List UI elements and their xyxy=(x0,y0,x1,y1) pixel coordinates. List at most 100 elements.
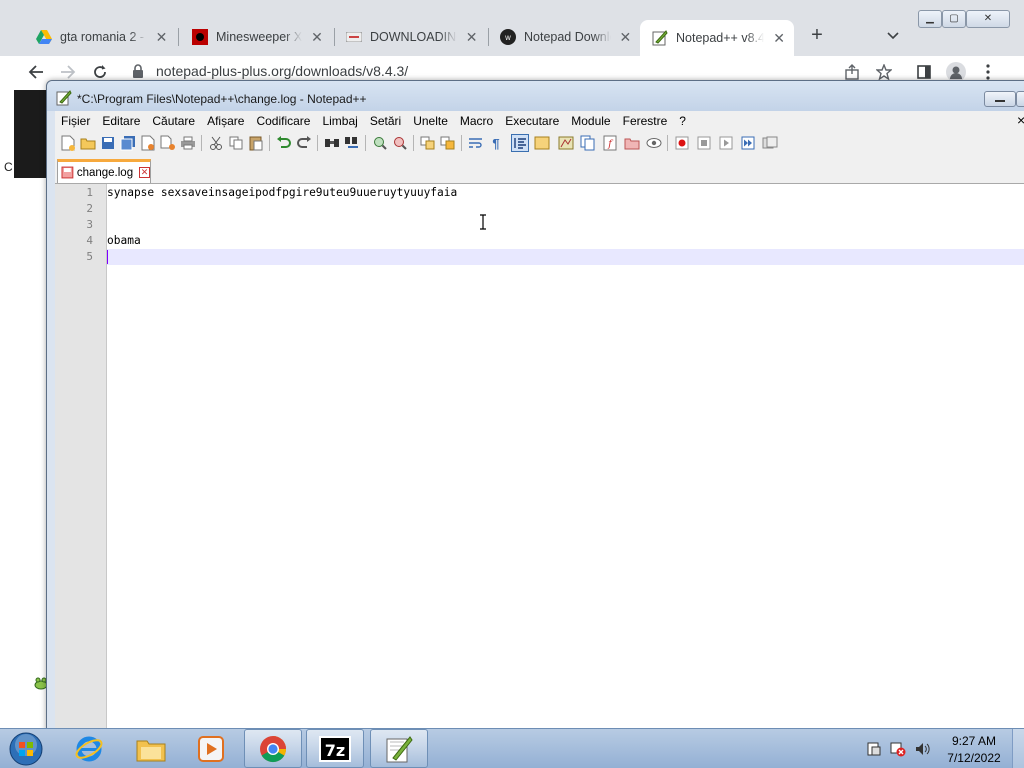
tab-separator xyxy=(178,28,179,46)
run-macro-multiple-icon[interactable] xyxy=(739,134,757,152)
chrome-taskbar-icon[interactable] xyxy=(244,729,302,768)
browser-tab-notepad-download[interactable]: W Notepad Downlo ✕ xyxy=(488,22,640,52)
close-tab-icon[interactable]: ✕ xyxy=(772,30,786,47)
user-language-icon[interactable] xyxy=(533,134,551,152)
taskbar: 7z 9:27 AM 7/12/2022 xyxy=(0,728,1024,768)
minimize-button[interactable]: ▁ xyxy=(918,10,942,28)
close-button[interactable]: ✕ xyxy=(966,10,1010,28)
close-tab-icon[interactable]: ✕ xyxy=(465,29,478,46)
action-center-flag-icon[interactable] xyxy=(866,741,882,757)
line-number: 3 xyxy=(86,218,93,231)
play-macro-icon[interactable] xyxy=(717,134,735,152)
ibeam-cursor-icon xyxy=(479,214,487,230)
clock-date[interactable]: 7/12/2022 xyxy=(944,751,1004,765)
notepad-plus-taskbar-icon[interactable] xyxy=(370,729,428,768)
sync-vertical-icon[interactable] xyxy=(419,134,437,152)
title-bar[interactable]: *C:\Program Files\Notepad++\change.log -… xyxy=(47,81,1024,111)
browser-tab-title: gta romania 2 - s xyxy=(60,30,148,44)
save-macro-icon[interactable] xyxy=(761,134,779,152)
7zip-taskbar-icon[interactable]: 7z xyxy=(306,729,364,768)
line-number: 2 xyxy=(86,202,93,215)
close-tab-icon[interactable]: ✕ xyxy=(139,167,150,178)
browser-tab-gta-romania[interactable]: gta romania 2 - s ✕ xyxy=(24,22,176,52)
network-disconnected-icon[interactable] xyxy=(890,741,906,757)
wiki-icon: W xyxy=(500,29,516,45)
close-file-icon[interactable] xyxy=(139,134,157,152)
menu-bar: Fișier Editare Căutare Afișare Codificar… xyxy=(55,111,1024,131)
menu-language[interactable]: Limbaj xyxy=(316,114,363,128)
open-file-icon[interactable] xyxy=(79,134,97,152)
doc-list-icon[interactable] xyxy=(579,134,597,152)
replace-icon[interactable] xyxy=(343,134,361,152)
stop-macro-icon[interactable] xyxy=(695,134,713,152)
save-icon[interactable] xyxy=(99,134,117,152)
cut-icon[interactable] xyxy=(207,134,225,152)
close-tab-icon[interactable]: ✕ xyxy=(310,29,324,46)
menu-file[interactable]: Fișier xyxy=(55,114,96,128)
menu-plugins[interactable]: Module xyxy=(565,114,616,128)
close-document-icon[interactable]: × xyxy=(1017,112,1024,128)
copy-icon[interactable] xyxy=(227,134,245,152)
menu-run[interactable]: Executare xyxy=(499,114,565,128)
zoom-out-icon[interactable] xyxy=(391,134,409,152)
windows-explorer-icon[interactable] xyxy=(122,729,180,768)
menu-settings[interactable]: Setări xyxy=(364,114,407,128)
menu-tools[interactable]: Unelte xyxy=(407,114,454,128)
close-tab-icon[interactable]: ✕ xyxy=(619,29,632,46)
record-macro-icon[interactable] xyxy=(673,134,691,152)
paste-icon[interactable] xyxy=(247,134,265,152)
start-button[interactable] xyxy=(6,730,46,768)
browser-tab-minesweeper[interactable]: Minesweeper X ✕ xyxy=(180,22,332,52)
new-file-icon[interactable] xyxy=(59,134,77,152)
show-desktop-button[interactable] xyxy=(1012,729,1024,768)
monitoring-eye-icon[interactable] xyxy=(645,134,663,152)
toolbar-separator xyxy=(269,135,270,151)
close-all-icon[interactable] xyxy=(159,134,177,152)
find-icon[interactable] xyxy=(323,134,341,152)
toolbar: ¶ f xyxy=(55,131,1024,155)
redo-icon[interactable] xyxy=(295,134,313,152)
text-editor[interactable]: 1 2 3 4 5 synapse sexsaveinsageipodfpgir… xyxy=(55,183,1024,730)
menu-edit[interactable]: Editare xyxy=(96,114,146,128)
browser-tab-notepad-plus[interactable]: Notepad++ v8.4 ✕ xyxy=(640,20,794,56)
browser-tab-downloading[interactable]: DOWNLOADING ✕ xyxy=(334,22,486,52)
function-list-icon[interactable]: f xyxy=(601,134,619,152)
clock-time[interactable]: 9:27 AM xyxy=(950,734,998,748)
media-player-icon[interactable] xyxy=(182,729,240,768)
browser-tab-title: Minesweeper X xyxy=(216,30,303,44)
maximize-button[interactable] xyxy=(1016,91,1024,107)
web-page-body xyxy=(14,178,48,728)
address-bar[interactable]: notepad-plus-plus.org/downloads/v8.4.3/ xyxy=(156,63,408,79)
web-page-header xyxy=(14,90,48,178)
minimize-button[interactable] xyxy=(984,91,1016,107)
lock-icon[interactable] xyxy=(132,64,146,80)
menu-help[interactable]: ? xyxy=(673,114,692,128)
internet-explorer-icon[interactable] xyxy=(60,729,118,768)
document-modified-icon xyxy=(61,166,74,179)
print-icon[interactable] xyxy=(179,134,197,152)
menu-search[interactable]: Căutare xyxy=(146,114,201,128)
zoom-in-icon[interactable] xyxy=(371,134,389,152)
menu-view[interactable]: Afișare xyxy=(201,114,250,128)
code-line[interactable]: obama xyxy=(107,233,141,249)
back-arrow-icon[interactable] xyxy=(24,60,48,84)
doc-map-icon[interactable] xyxy=(557,134,575,152)
folder-as-workspace-icon[interactable] xyxy=(623,134,641,152)
volume-icon[interactable] xyxy=(914,741,930,757)
menu-window[interactable]: Ferestre xyxy=(617,114,674,128)
show-all-characters-icon[interactable]: ¶ xyxy=(487,134,505,152)
menu-encoding[interactable]: Codificare xyxy=(250,114,316,128)
sync-horizontal-icon[interactable] xyxy=(439,134,457,152)
code-line[interactable]: synapse sexsaveinsageipodfpgire9uteu9uue… xyxy=(107,185,457,201)
maximize-button[interactable]: ▢ xyxy=(942,10,966,28)
word-wrap-icon[interactable] xyxy=(467,134,485,152)
menu-macro[interactable]: Macro xyxy=(454,114,499,128)
indent-guide-icon[interactable] xyxy=(511,134,529,152)
new-tab-button[interactable]: + xyxy=(806,24,828,46)
chevron-down-icon[interactable] xyxy=(884,26,902,44)
document-tab-change-log[interactable]: change.log ✕ xyxy=(57,159,151,183)
save-all-icon[interactable] xyxy=(119,134,137,152)
7zip-label: 7z xyxy=(319,735,351,762)
undo-icon[interactable] xyxy=(275,134,293,152)
close-tab-icon[interactable]: ✕ xyxy=(155,29,168,46)
